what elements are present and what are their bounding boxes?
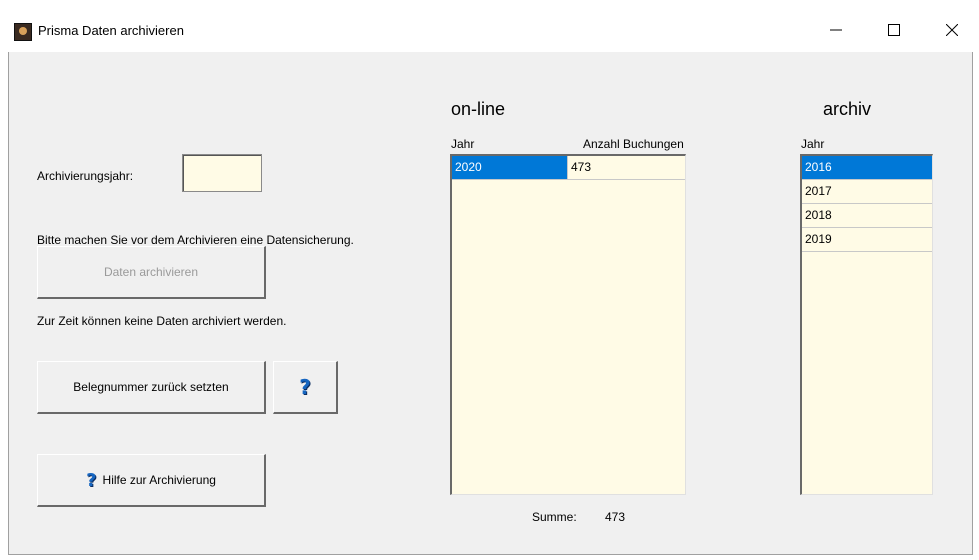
archive-help-label: Hilfe zur Archivierung <box>102 473 216 487</box>
online-col-count: Anzahl Buchungen <box>583 137 684 151</box>
archive-year-label: Archivierungsjahr: <box>37 169 134 183</box>
list-item[interactable]: 2016 <box>802 156 932 180</box>
close-icon <box>946 24 958 36</box>
window-title: Prisma Daten archivieren <box>38 23 184 38</box>
online-list[interactable]: 2020 473 <box>450 154 686 495</box>
maximize-icon <box>888 24 900 36</box>
archive-col-year: Jahr <box>801 137 825 151</box>
online-year-cell: 2020 <box>452 156 568 180</box>
online-count-cell: 473 <box>568 156 685 180</box>
minimize-button[interactable] <box>813 14 859 46</box>
table-row[interactable]: 2020 473 <box>452 156 685 180</box>
archive-year-input[interactable] <box>182 154 262 192</box>
sum-label: Summe: <box>532 510 577 524</box>
close-button[interactable] <box>929 14 975 46</box>
reset-receipt-number-button[interactable]: Belegnummer zurück setzten <box>37 361 266 414</box>
online-col-year: Jahr <box>451 137 475 151</box>
archive-data-button[interactable]: Daten archivieren <box>37 246 266 299</box>
archive-data-button-label: Daten archivieren <box>103 265 199 279</box>
online-heading: on-line <box>451 99 506 119</box>
list-item[interactable]: 2019 <box>802 228 932 252</box>
archive-help-button[interactable]: ? Hilfe zur Archivierung <box>37 454 266 507</box>
backup-notice: Bitte machen Sie vor dem Archivieren ein… <box>37 233 354 247</box>
help-icon-button[interactable]: ? <box>273 361 338 414</box>
archive-year-cell: 2017 <box>802 180 932 204</box>
question-icon: ? <box>299 375 311 399</box>
minimize-icon <box>830 29 842 31</box>
archive-year-cell: 2019 <box>802 228 932 252</box>
archive-year-cell: 2016 <box>802 156 932 180</box>
app-icon <box>14 23 32 41</box>
archive-status-text: Zur Zeit können keine Daten archiviert w… <box>37 314 287 328</box>
reset-receipt-number-label: Belegnummer zurück setzten <box>73 380 229 394</box>
archive-list[interactable]: 2016 2017 2018 2019 <box>800 154 933 495</box>
archive-year-cell: 2018 <box>802 204 932 228</box>
list-item[interactable]: 2017 <box>802 180 932 204</box>
list-item[interactable]: 2018 <box>802 204 932 228</box>
title-bar: Prisma Daten archivieren <box>0 0 979 52</box>
maximize-button[interactable] <box>871 14 917 46</box>
archive-heading: archiv <box>823 99 872 119</box>
sum-value: 473 <box>605 510 626 524</box>
question-icon: ? <box>86 469 97 491</box>
